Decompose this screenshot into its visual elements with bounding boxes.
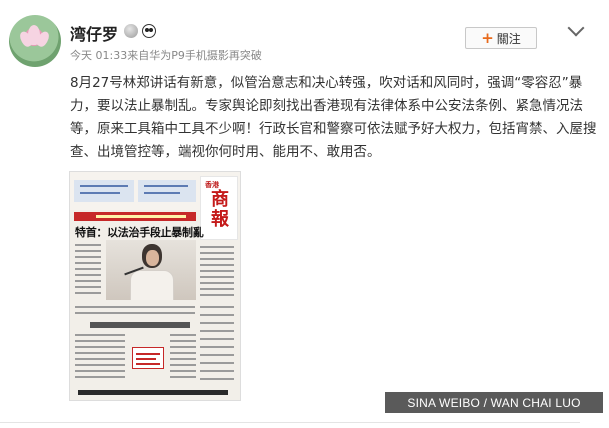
newspaper-portrait <box>106 240 196 300</box>
chevron-down-icon[interactable] <box>567 19 585 37</box>
username[interactable]: 湾仔罗 <box>70 21 118 45</box>
user-avatar[interactable] <box>9 15 61 67</box>
newspaper-ad-left <box>74 180 134 202</box>
post-meta: 今天 01:33来自华为P9手机摄影再突破 <box>70 49 262 62</box>
medal-icon[interactable] <box>124 24 138 38</box>
newspaper-photo[interactable]: 香港 商報 特首：以法治手段止暴制亂 <box>70 172 240 400</box>
newspaper-red-box <box>132 347 164 369</box>
follow-button[interactable]: + 關注 <box>465 27 537 49</box>
panda-icon[interactable] <box>142 24 156 38</box>
divider <box>0 422 580 423</box>
newspaper-bottom-headline <box>78 390 228 395</box>
newspaper-ad-right <box>138 180 196 202</box>
newspaper-headline: 特首：以法治手段止暴制亂 <box>75 226 204 239</box>
follow-button-label: 關注 <box>496 31 521 46</box>
newspaper-masthead: 香港 商報 <box>200 176 238 240</box>
post-body: 8月27号林郑讲话有新意，似管治意志和决心转强，吹对话和风同时，强调“零容忍”暴… <box>70 75 597 160</box>
plus-icon: + <box>481 28 494 47</box>
newspaper-red-banner <box>74 212 196 221</box>
image-credit: SINA WEIBO / WAN CHAI LUO <box>385 392 603 413</box>
newspaper-subheadline <box>90 322 190 328</box>
masthead-title: 商報 <box>211 189 229 230</box>
